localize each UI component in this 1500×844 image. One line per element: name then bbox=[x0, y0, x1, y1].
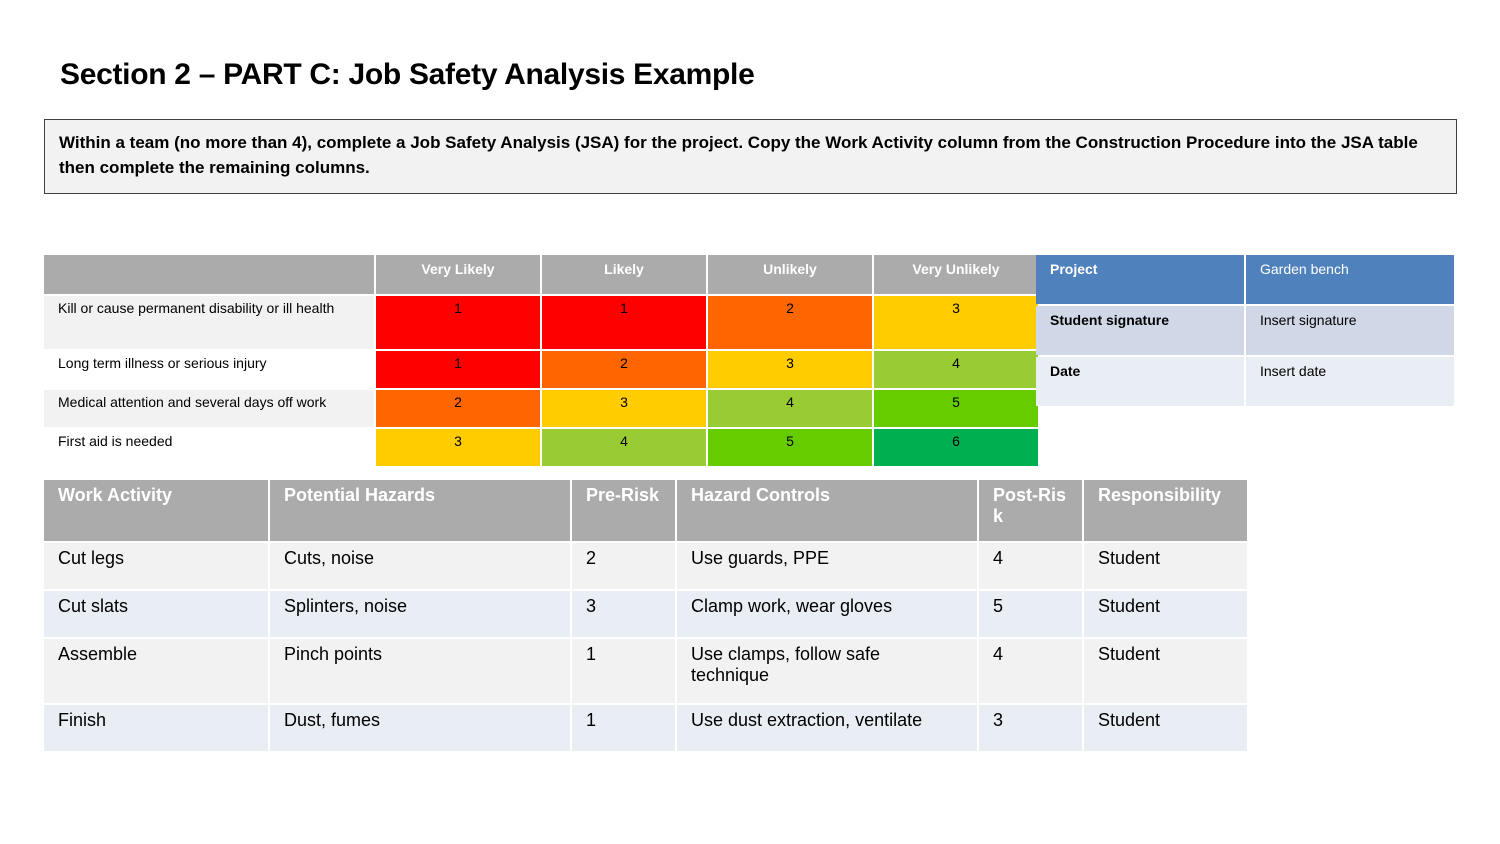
risk-rating-cell: 2 bbox=[376, 390, 540, 427]
post-risk-cell[interactable]: 4 bbox=[979, 639, 1082, 703]
project-row: Project Garden bench bbox=[1036, 255, 1454, 304]
risk-rating-cell: 3 bbox=[874, 296, 1038, 349]
hazards-cell[interactable]: Pinch points bbox=[270, 639, 570, 703]
project-value[interactable]: Garden bench bbox=[1246, 255, 1454, 304]
consequence-label: Kill or cause permanent disability or il… bbox=[44, 296, 374, 349]
risk-rating-cell: 4 bbox=[542, 429, 706, 466]
risk-rating-cell: 5 bbox=[708, 429, 872, 466]
hazards-cell[interactable]: Cuts, noise bbox=[270, 543, 570, 589]
table-row: Cut slats Splinters, noise 3 Clamp work,… bbox=[44, 591, 1247, 637]
risk-rating-cell: 2 bbox=[542, 351, 706, 388]
pre-risk-cell[interactable]: 1 bbox=[572, 705, 675, 751]
work-activity-cell[interactable]: Cut slats bbox=[44, 591, 268, 637]
date-field[interactable]: Insert date bbox=[1246, 357, 1454, 406]
signature-field[interactable]: Insert signature bbox=[1246, 306, 1454, 355]
controls-cell[interactable]: Clamp work, wear gloves bbox=[677, 591, 977, 637]
table-row: Finish Dust, fumes 1 Use dust extraction… bbox=[44, 705, 1247, 751]
project-label: Project bbox=[1036, 255, 1244, 304]
hazards-cell[interactable]: Splinters, noise bbox=[270, 591, 570, 637]
date-row: Date Insert date bbox=[1036, 357, 1454, 406]
work-activity-cell[interactable]: Cut legs bbox=[44, 543, 268, 589]
post-risk-cell[interactable]: 5 bbox=[979, 591, 1082, 637]
table-row: Assemble Pinch points 1 Use clamps, foll… bbox=[44, 639, 1247, 703]
column-header: Hazard Controls bbox=[677, 480, 977, 541]
controls-cell[interactable]: Use guards, PPE bbox=[677, 543, 977, 589]
column-header: Responsibility bbox=[1084, 480, 1247, 541]
risk-rating-cell: 3 bbox=[376, 429, 540, 466]
risk-rating-cell: 4 bbox=[874, 351, 1038, 388]
work-activity-cell[interactable]: Finish bbox=[44, 705, 268, 751]
controls-cell[interactable]: Use dust extraction, ventilate bbox=[677, 705, 977, 751]
risk-matrix-corner bbox=[44, 255, 374, 294]
risk-matrix-row: Long term illness or serious injury 1 2 … bbox=[44, 351, 1038, 388]
pre-risk-cell[interactable]: 1 bbox=[572, 639, 675, 703]
risk-matrix-row: Kill or cause permanent disability or il… bbox=[44, 296, 1038, 349]
page-title: Section 2 – PART C: Job Safety Analysis … bbox=[60, 58, 755, 91]
responsibility-cell[interactable]: Student bbox=[1084, 639, 1247, 703]
consequence-label: Medical attention and several days off w… bbox=[44, 390, 374, 427]
likelihood-header: Likely bbox=[542, 255, 706, 294]
hazards-cell[interactable]: Dust, fumes bbox=[270, 705, 570, 751]
controls-cell[interactable]: Use clamps, follow safe technique bbox=[677, 639, 977, 703]
likelihood-header: Unlikely bbox=[708, 255, 872, 294]
risk-rating-cell: 2 bbox=[708, 296, 872, 349]
jsa-table: Work Activity Potential Hazards Pre-Risk… bbox=[42, 478, 1249, 753]
risk-matrix-row: First aid is needed 3 4 5 6 bbox=[44, 429, 1038, 466]
risk-rating-cell: 1 bbox=[542, 296, 706, 349]
risk-rating-cell: 1 bbox=[376, 351, 540, 388]
column-header: Potential Hazards bbox=[270, 480, 570, 541]
likelihood-header: Very Unlikely bbox=[874, 255, 1038, 294]
likelihood-header: Very Likely bbox=[376, 255, 540, 294]
signature-row: Student signature Insert signature bbox=[1036, 306, 1454, 355]
column-header: Work Activity bbox=[44, 480, 268, 541]
responsibility-cell[interactable]: Student bbox=[1084, 705, 1247, 751]
signature-label: Student signature bbox=[1036, 306, 1244, 355]
risk-matrix-row: Medical attention and several days off w… bbox=[44, 390, 1038, 427]
work-activity-cell[interactable]: Assemble bbox=[44, 639, 268, 703]
post-risk-cell[interactable]: 4 bbox=[979, 543, 1082, 589]
consequence-label: First aid is needed bbox=[44, 429, 374, 466]
project-info-table: Project Garden bench Student signature I… bbox=[1034, 253, 1456, 408]
jsa-header-row: Work Activity Potential Hazards Pre-Risk… bbox=[44, 480, 1247, 541]
risk-rating-cell: 1 bbox=[376, 296, 540, 349]
date-label: Date bbox=[1036, 357, 1244, 406]
post-risk-cell[interactable]: 3 bbox=[979, 705, 1082, 751]
pre-risk-cell[interactable]: 3 bbox=[572, 591, 675, 637]
column-header: Post-Risk bbox=[979, 480, 1082, 541]
consequence-label: Long term illness or serious injury bbox=[44, 351, 374, 388]
risk-rating-cell: 5 bbox=[874, 390, 1038, 427]
risk-rating-cell: 6 bbox=[874, 429, 1038, 466]
responsibility-cell[interactable]: Student bbox=[1084, 591, 1247, 637]
risk-rating-cell: 3 bbox=[708, 351, 872, 388]
risk-rating-cell: 3 bbox=[542, 390, 706, 427]
pre-risk-cell[interactable]: 2 bbox=[572, 543, 675, 589]
risk-matrix-header-row: Very Likely Likely Unlikely Very Unlikel… bbox=[44, 255, 1038, 294]
table-row: Cut legs Cuts, noise 2 Use guards, PPE 4… bbox=[44, 543, 1247, 589]
responsibility-cell[interactable]: Student bbox=[1084, 543, 1247, 589]
risk-rating-cell: 4 bbox=[708, 390, 872, 427]
column-header: Pre-Risk bbox=[572, 480, 675, 541]
instructions-box: Within a team (no more than 4), complete… bbox=[44, 119, 1457, 194]
risk-matrix-table: Very Likely Likely Unlikely Very Unlikel… bbox=[42, 253, 1040, 468]
